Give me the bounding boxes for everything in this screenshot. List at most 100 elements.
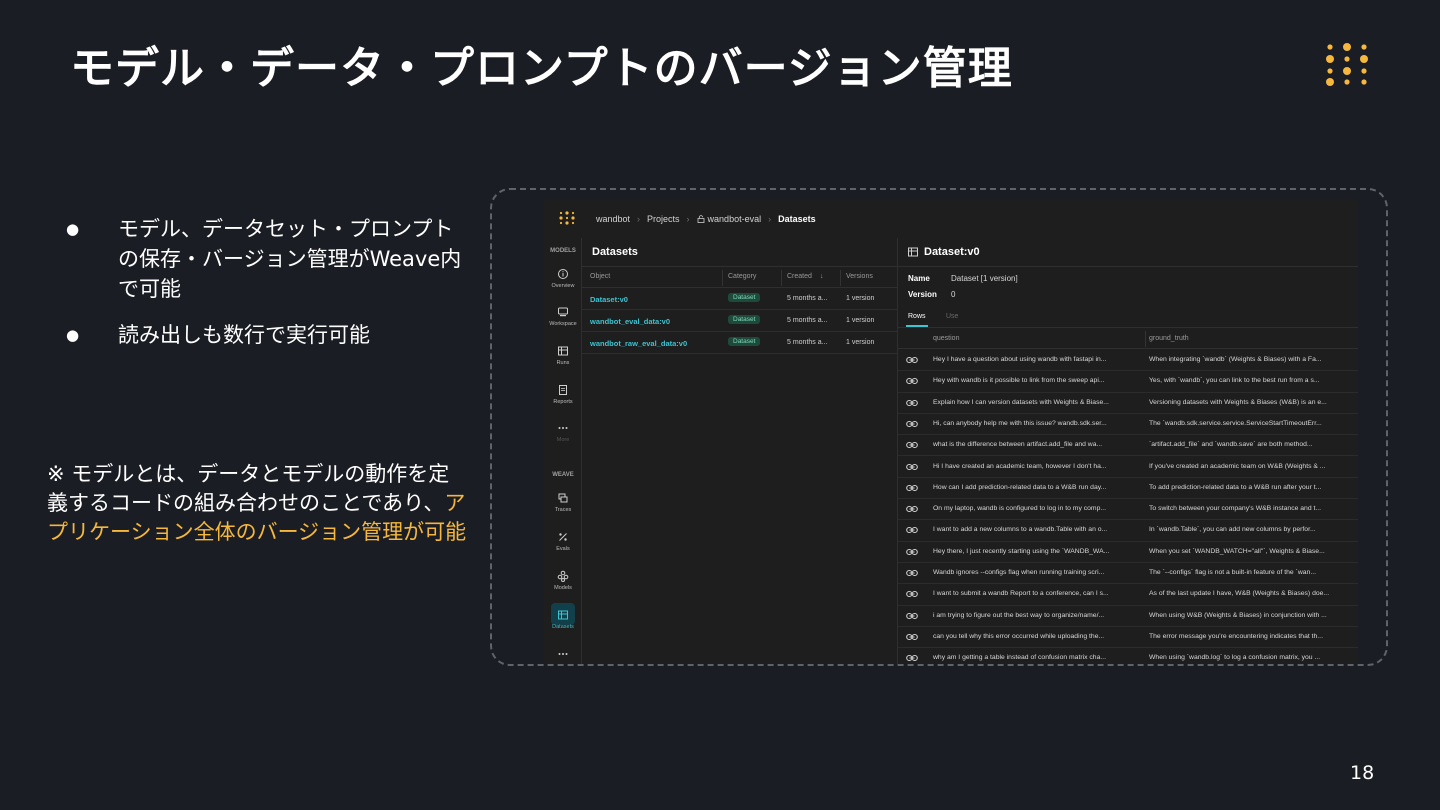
version-label: Version xyxy=(908,290,937,299)
column-header-category[interactable]: Category xyxy=(728,273,756,280)
link-icon[interactable] xyxy=(906,376,918,386)
rail-heading-weave: WEAVE xyxy=(552,472,574,478)
tab-use[interactable]: Use xyxy=(946,313,958,320)
cube-icon xyxy=(557,570,569,582)
rail-heading-models: MODELS xyxy=(550,248,576,254)
link-icon[interactable] xyxy=(906,611,918,621)
versions-cell: 1 version xyxy=(846,339,875,346)
rail-item-runs[interactable]: Runs xyxy=(544,345,582,381)
table-row[interactable]: wandbot_raw_eval_data:v0 Dataset 5 month… xyxy=(582,332,898,354)
bullet-list: モデル、データセット・プロンプトの保存・バージョン管理がWeave内で可能 読み… xyxy=(66,214,466,366)
table-row[interactable]: I want to add a new columns to a wandb.T… xyxy=(898,520,1358,542)
table-row[interactable]: I want to submit a wandb Report to a con… xyxy=(898,584,1358,606)
question-cell: why am I getting a table instead of conf… xyxy=(933,654,1107,662)
dataset-detail-panel: Dataset:v0 Name Dataset [1 version] Vers… xyxy=(898,238,1358,664)
rail-item-datasets[interactable]: Datasets xyxy=(544,603,582,645)
link-icon[interactable] xyxy=(906,440,918,450)
table-row[interactable]: Hi I have created an academic team, howe… xyxy=(898,457,1358,478)
rail-item-traces[interactable]: Traces xyxy=(544,492,582,528)
workspace-icon xyxy=(558,307,568,317)
page-number: 18 xyxy=(1350,762,1375,784)
panel-title: Datasets xyxy=(592,246,638,258)
arrow-down-icon[interactable]: ↓ xyxy=(820,273,824,280)
table-row[interactable]: i am trying to figure out the best way t… xyxy=(898,606,1358,627)
breadcrumb-project[interactable]: wandbot-eval xyxy=(708,214,762,224)
table-row[interactable]: Hey there, I just recently starting usin… xyxy=(898,542,1358,563)
table-row[interactable]: wandbot_eval_data:v0 Dataset 5 months a.… xyxy=(582,310,898,332)
column-header-ground-truth[interactable]: ground_truth xyxy=(1149,335,1189,342)
tab-rows[interactable]: Rows xyxy=(908,313,926,320)
table-row[interactable]: Wandb ignores --configs flag when runnin… xyxy=(898,563,1358,585)
datasets-table-header: Object Category Created ↓ Versions xyxy=(582,266,898,288)
link-icon[interactable] xyxy=(906,547,918,557)
link-icon[interactable] xyxy=(906,632,918,642)
dataset-link[interactable]: wandbot_eval_data:v0 xyxy=(590,317,670,326)
rail-item-more[interactable]: More xyxy=(544,422,582,458)
link-icon[interactable] xyxy=(906,462,918,472)
table-row[interactable]: On my laptop, wandb is configured to log… xyxy=(898,499,1358,521)
table-row[interactable]: can you tell why this error occurred whi… xyxy=(898,627,1358,649)
rail-label: More xyxy=(556,437,570,443)
table-row[interactable]: Explain how I can version datasets with … xyxy=(898,393,1358,414)
table-icon xyxy=(558,346,568,356)
ground-truth-cell: The `--configs` flag is not a built-in f… xyxy=(1149,569,1316,576)
table-row[interactable]: How can I add prediction-related data to… xyxy=(898,478,1358,500)
table-row[interactable]: Hey with wandb is it possible to link fr… xyxy=(898,371,1358,393)
link-icon[interactable] xyxy=(906,398,918,408)
rail-item-workspace[interactable]: Workspace xyxy=(544,306,582,342)
link-icon[interactable] xyxy=(906,483,918,493)
question-cell: Wandb ignores --configs flag when runnin… xyxy=(933,569,1105,576)
rail-label: Reports xyxy=(553,399,573,405)
ground-truth-cell: `artifact.add_file` and `wandb.save` are… xyxy=(1149,441,1313,449)
table-row[interactable]: Hey I have a question about using wandb … xyxy=(898,350,1358,372)
dataset-link[interactable]: wandbot_raw_eval_data:v0 xyxy=(590,339,687,348)
rail-item-models[interactable]: Models xyxy=(544,570,582,606)
ground-truth-cell: To add prediction-related data to a W&B … xyxy=(1149,483,1322,491)
link-icon[interactable] xyxy=(906,419,918,429)
wandb-logo-icon[interactable] xyxy=(558,210,576,228)
column-header-created[interactable]: Created xyxy=(787,273,812,280)
question-cell: Hi I have created an academic team, howe… xyxy=(933,462,1107,470)
chevron-right-icon: › xyxy=(637,214,641,224)
question-cell: what is the difference between artifact.… xyxy=(933,441,1103,449)
table-row[interactable]: why am I getting a table instead of conf… xyxy=(898,648,1358,664)
wandb-logo-icon xyxy=(1326,43,1368,86)
model-note: ※ モデルとは、データとモデルの動作を定義するコードの組み合わせのことであり、ア… xyxy=(47,460,467,547)
dataset-link[interactable]: Dataset:v0 xyxy=(590,295,628,304)
question-cell: On my laptop, wandb is configured to log… xyxy=(933,505,1107,513)
rail-item-reports[interactable]: Reports xyxy=(544,384,582,420)
link-icon[interactable] xyxy=(906,653,918,663)
versions-cell: 1 version xyxy=(846,295,875,302)
table-row[interactable]: Dataset:v0 Dataset 5 months a... 1 versi… xyxy=(582,288,898,310)
created-cell: 5 months a... xyxy=(787,295,828,302)
table-row[interactable]: Hi, can anybody help me with this issue?… xyxy=(898,414,1358,436)
link-icon[interactable] xyxy=(906,568,918,578)
link-icon[interactable] xyxy=(906,525,918,535)
column-header-question[interactable]: question xyxy=(933,335,959,342)
question-cell: Explain how I can version datasets with … xyxy=(933,398,1109,406)
column-header-versions[interactable]: Versions xyxy=(846,273,873,280)
divider xyxy=(898,266,1358,267)
question-cell: can you tell why this error occurred whi… xyxy=(933,632,1105,640)
chevron-right-icon: › xyxy=(768,214,772,224)
rail-item-evals[interactable]: Evals xyxy=(544,531,582,567)
name-label: Name xyxy=(908,274,930,283)
question-cell: i am trying to figure out the best way t… xyxy=(933,611,1105,619)
ground-truth-cell: When using W&B (Weights & Biases) in con… xyxy=(1149,611,1327,619)
ground-truth-cell: In `wandb.Table`, you can add new column… xyxy=(1149,526,1316,534)
link-icon[interactable] xyxy=(906,504,918,514)
question-cell: How can I add prediction-related data to… xyxy=(933,483,1107,491)
bullet-item: モデル、データセット・プロンプトの保存・バージョン管理がWeave内で可能 xyxy=(66,214,466,304)
datasets-panel: Datasets Object Category Created ↓ Versi… xyxy=(582,238,898,664)
detail-title-text: Dataset:v0 xyxy=(924,246,980,258)
link-icon[interactable] xyxy=(906,355,918,365)
more-icon xyxy=(558,427,568,429)
rail-item-more-weave[interactable] xyxy=(544,648,582,664)
breadcrumb-projects[interactable]: Projects xyxy=(647,214,680,224)
ground-truth-cell: When integrating `wandb` (Weights & Bias… xyxy=(1149,356,1322,363)
rail-item-overview[interactable]: Overview xyxy=(544,268,582,304)
table-row[interactable]: what is the difference between artifact.… xyxy=(898,435,1358,457)
link-icon[interactable] xyxy=(906,589,918,599)
breadcrumb-entity[interactable]: wandbot xyxy=(596,214,630,224)
column-header-object[interactable]: Object xyxy=(590,273,610,280)
